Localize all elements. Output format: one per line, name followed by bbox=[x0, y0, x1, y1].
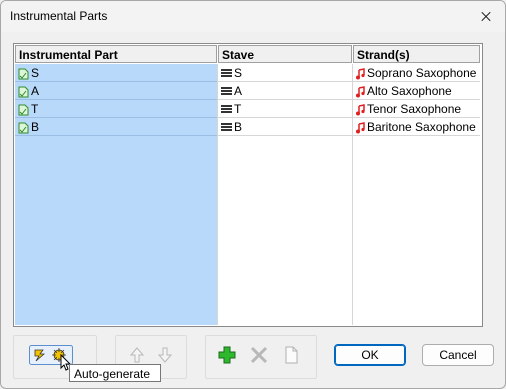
table-row[interactable]: S S Soprano Saxophone bbox=[14, 64, 482, 82]
strand-name: Alto Saxophone bbox=[367, 84, 452, 98]
dialog-window: Instrumental Parts Instrumental Part Sta… bbox=[0, 0, 506, 389]
stave-name: T bbox=[234, 102, 242, 116]
auto-generate-button[interactable] bbox=[29, 345, 73, 371]
part-name: B bbox=[31, 120, 40, 134]
header-stave[interactable]: Stave bbox=[218, 45, 352, 63]
music-note-icon bbox=[356, 67, 365, 80]
parts-grid: Instrumental Part Stave Strand(s) S S So… bbox=[13, 43, 483, 327]
header-instrumental-part[interactable]: Instrumental Part bbox=[15, 45, 217, 63]
strand-name: Soprano Saxophone bbox=[367, 66, 477, 80]
cancel-button[interactable]: Cancel bbox=[422, 344, 494, 366]
stave-icon bbox=[221, 123, 232, 132]
document-icon bbox=[285, 346, 298, 364]
arrow-down-icon bbox=[157, 347, 173, 363]
delete-x-icon bbox=[250, 346, 268, 364]
ok-button[interactable]: OK bbox=[334, 344, 406, 366]
strand-name: Baritone Saxophone bbox=[367, 120, 476, 134]
part-name: T bbox=[31, 102, 39, 116]
delete-button[interactable] bbox=[248, 344, 270, 366]
part-name: S bbox=[31, 66, 40, 80]
add-button[interactable] bbox=[216, 344, 238, 366]
table-row[interactable]: T T Tenor Saxophone bbox=[14, 100, 482, 118]
part-document-icon bbox=[18, 68, 29, 80]
part-document-icon bbox=[18, 104, 29, 116]
stave-name: B bbox=[234, 120, 243, 134]
part-document-icon bbox=[18, 122, 29, 134]
part-name: A bbox=[31, 84, 40, 98]
table-row[interactable]: A A Alto Saxophone bbox=[14, 82, 482, 100]
window-title: Instrumental Parts bbox=[10, 9, 108, 23]
stave-name: A bbox=[234, 84, 243, 98]
close-button[interactable] bbox=[467, 1, 505, 32]
music-note-icon bbox=[356, 85, 365, 98]
music-note-icon bbox=[356, 121, 365, 134]
properties-button[interactable] bbox=[280, 344, 302, 366]
arrow-up-icon bbox=[129, 347, 145, 363]
header-strands[interactable]: Strand(s) bbox=[353, 45, 480, 63]
stave-icon bbox=[221, 105, 232, 114]
move-down-button[interactable] bbox=[154, 344, 176, 366]
part-document-icon bbox=[18, 86, 29, 98]
title-bar: Instrumental Parts bbox=[1, 1, 505, 32]
auto-generate-tooltip: Auto-generate bbox=[69, 364, 161, 382]
plus-icon bbox=[218, 346, 236, 364]
strand-name: Tenor Saxophone bbox=[367, 102, 462, 116]
stave-icon bbox=[221, 87, 232, 96]
table-row[interactable]: B B Baritone Saxophone bbox=[14, 118, 482, 136]
move-up-button[interactable] bbox=[126, 344, 148, 366]
stave-name: S bbox=[234, 66, 243, 80]
music-note-icon bbox=[356, 103, 365, 116]
edit-group bbox=[205, 335, 317, 379]
stave-icon bbox=[221, 69, 232, 78]
